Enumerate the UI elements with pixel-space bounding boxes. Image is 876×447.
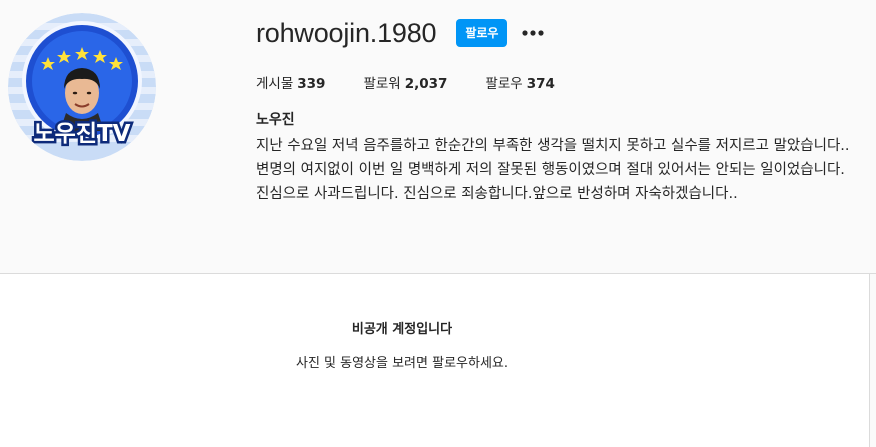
stat-value: 374 xyxy=(526,76,555,92)
stat-label: 팔로워 xyxy=(363,76,401,92)
private-account-notice: 비공개 계정입니다 사진 및 동영상을 보려면 팔로우하세요. xyxy=(0,274,870,447)
stat-posts: 게시물 339 xyxy=(256,72,325,92)
private-title: 비공개 계정입니다 xyxy=(351,322,453,337)
more-options-button[interactable] xyxy=(521,21,545,45)
stat-value: 2,037 xyxy=(404,76,448,92)
stats-row: 게시물 339 팔로워 2,037 팔로우 374 xyxy=(256,72,555,92)
avatar-text: 노우진TV xyxy=(34,121,131,147)
private-description: 사진 및 동영상을 보려면 팔로우하세요. xyxy=(295,356,509,371)
stat-label: 게시물 xyxy=(256,76,294,92)
bio-text: 지난 수요일 저녁 음주를하고 한순간의 부족한 생각을 떨치지 못하고 실수를… xyxy=(256,138,850,202)
stat-followers[interactable]: 팔로워 2,037 xyxy=(363,72,447,92)
avatar-image: 노우진TV xyxy=(8,13,156,161)
profile-avatar[interactable]: 노우진TV xyxy=(8,13,156,161)
title-row: rohwoojin.1980 팔로우 xyxy=(256,17,545,49)
follow-button[interactable]: 팔로우 xyxy=(456,19,508,47)
stat-following[interactable]: 팔로우 374 xyxy=(485,72,554,92)
profile-page: 노우진TV rohwoojin.1980 팔로우 게시물 339 팔로워 2,037 xyxy=(0,0,876,447)
stat-value: 339 xyxy=(297,76,326,92)
more-dots-icon xyxy=(522,30,545,36)
full-name: 노우진 xyxy=(256,112,295,128)
stat-label: 팔로우 xyxy=(485,76,523,92)
username: rohwoojin.1980 xyxy=(256,17,437,48)
